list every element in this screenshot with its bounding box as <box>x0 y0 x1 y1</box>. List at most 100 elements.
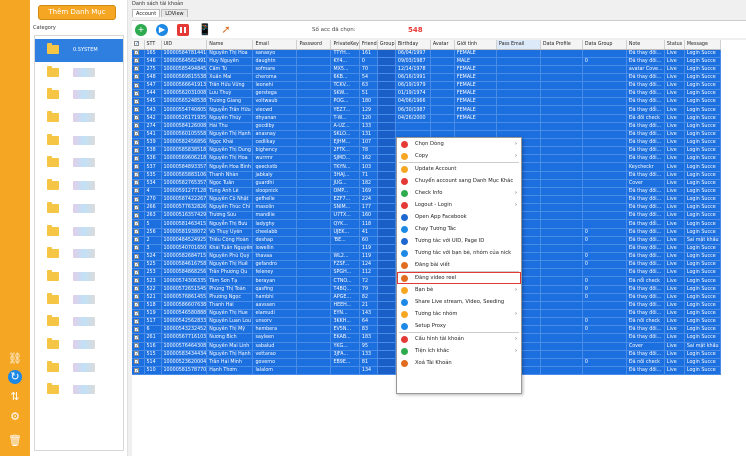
checkbox-cell[interactable] <box>132 333 145 343</box>
stop-icon[interactable] <box>177 24 189 36</box>
category-item[interactable] <box>35 266 123 289</box>
row-checkbox[interactable] <box>134 58 139 64</box>
row-checkbox[interactable] <box>134 286 139 292</box>
row-checkbox[interactable] <box>134 204 139 210</box>
checkbox-cell[interactable] <box>132 244 145 254</box>
row-checkbox[interactable] <box>134 237 139 243</box>
menu-item[interactable]: Chọn Dòng › <box>397 138 521 150</box>
column-header[interactable]: Name <box>206 40 254 50</box>
menu-item[interactable]: Update Account <box>397 163 521 175</box>
category-item[interactable]: 0.SYSTEM <box>35 39 123 62</box>
checkbox-cell[interactable] <box>132 358 145 367</box>
gear-icon[interactable]: ⚙ <box>8 410 22 424</box>
menu-item[interactable]: Check Info › <box>397 187 521 199</box>
refresh-icon[interactable]: ↻ <box>8 370 22 384</box>
checkbox-cell[interactable] <box>132 138 145 148</box>
column-header[interactable]: Data Profile <box>540 40 583 50</box>
checkbox-cell[interactable] <box>132 146 145 156</box>
table-row[interactable]: 54510000565248538Trương Giangvoltwaub POG… <box>132 97 721 107</box>
column-header[interactable]: Status <box>664 40 685 50</box>
column-header[interactable]: PrivateKey <box>330 40 360 50</box>
row-checkbox[interactable] <box>134 294 139 300</box>
category-item[interactable] <box>35 357 123 380</box>
column-header[interactable]: Group <box>377 40 396 50</box>
checkbox-cell[interactable] <box>132 171 145 180</box>
checkbox-cell[interactable] <box>132 293 145 302</box>
checkbox-cell[interactable] <box>132 236 145 245</box>
menu-item[interactable]: Xoá Tài Khoản <box>397 357 521 369</box>
checkbox-cell[interactable] <box>132 342 145 351</box>
table-row[interactable]: 27410000584126008Hải Thugocdiby A-UZ...13… <box>132 122 721 131</box>
row-checkbox[interactable] <box>134 343 139 349</box>
checkbox-cell[interactable] <box>132 301 145 311</box>
category-item[interactable] <box>35 130 123 153</box>
checkbox-cell[interactable] <box>132 219 145 229</box>
category-item[interactable] <box>35 62 123 85</box>
cursor-icon[interactable]: ➚ <box>220 24 232 36</box>
checkbox-cell[interactable] <box>132 179 145 188</box>
add-category-button[interactable]: Thêm Danh Mục <box>38 5 116 20</box>
category-item[interactable] <box>35 311 123 334</box>
row-checkbox[interactable] <box>134 221 139 227</box>
row-checkbox[interactable] <box>134 180 139 186</box>
menu-item[interactable]: Cấu hình tài khoản › <box>397 333 521 345</box>
row-checkbox[interactable] <box>134 147 139 153</box>
checkbox-cell[interactable] <box>132 81 145 91</box>
row-checkbox[interactable] <box>134 164 139 170</box>
menu-item[interactable]: Share Live stream, Video, Seeding <box>397 296 521 308</box>
column-header[interactable]: UID <box>161 40 208 50</box>
checkbox-cell[interactable] <box>132 187 145 197</box>
row-checkbox[interactable] <box>134 115 139 121</box>
row-checkbox[interactable] <box>134 351 139 357</box>
column-header[interactable]: Friend <box>359 40 378 50</box>
row-checkbox[interactable] <box>134 172 139 178</box>
tab-ldview[interactable]: LDView <box>161 9 188 17</box>
row-checkbox[interactable] <box>134 253 139 259</box>
menu-item[interactable]: Bạn bè › <box>397 284 521 296</box>
menu-item[interactable]: Logout - Login › <box>397 199 521 211</box>
row-checkbox[interactable] <box>134 310 139 316</box>
checkbox-cell[interactable] <box>132 65 145 74</box>
checkbox-cell[interactable] <box>132 276 145 286</box>
row-checkbox[interactable] <box>134 245 139 251</box>
row-checkbox[interactable] <box>134 196 139 202</box>
column-header[interactable]: Note <box>626 40 665 50</box>
checkbox-cell[interactable] <box>132 203 145 213</box>
row-checkbox[interactable] <box>134 278 139 283</box>
tab-account[interactable]: Account <box>132 9 161 17</box>
category-item[interactable] <box>35 379 123 402</box>
link-icon[interactable]: ⛓ <box>8 352 22 366</box>
category-item[interactable] <box>35 289 123 312</box>
category-item[interactable] <box>35 84 123 107</box>
row-checkbox[interactable] <box>134 98 139 104</box>
checkbox-cell[interactable] <box>132 228 145 237</box>
table-row[interactable]: 54710000566641913Trần Hữu Vữngleonehi TCK… <box>132 81 721 91</box>
menu-item[interactable]: Setup Proxy <box>397 320 521 332</box>
checkbox-cell[interactable] <box>132 309 145 319</box>
select-all-checkbox[interactable] <box>134 41 139 47</box>
checkbox-cell[interactable] <box>132 268 145 278</box>
menu-item[interactable]: Đăng video reel <box>397 272 521 284</box>
table-row[interactable]: 54210000526171935Nguyễn Thúydhyanan T-W..… <box>132 114 721 123</box>
menu-item[interactable]: Open App Facebook <box>397 211 521 223</box>
menu-item[interactable]: Tương tác với bạn bè, nhóm của nick <box>397 247 521 259</box>
category-item[interactable] <box>35 107 123 130</box>
table-row[interactable]: 54810000569815538Xuân Maicheroma 6KB...54… <box>132 73 721 83</box>
row-checkbox[interactable] <box>134 123 139 129</box>
row-checkbox[interactable] <box>134 334 139 340</box>
column-header[interactable]: Avatar <box>430 40 455 50</box>
menu-item[interactable]: Copy › <box>397 150 521 162</box>
column-header[interactable] <box>132 40 145 50</box>
table-row[interactable]: 54310000554740805Nguyễn Trần Hữuviecwd YE… <box>132 105 721 115</box>
row-checkbox[interactable] <box>134 261 139 267</box>
row-checkbox[interactable] <box>134 107 139 113</box>
checkbox-cell[interactable] <box>132 57 145 66</box>
row-checkbox[interactable] <box>134 139 139 145</box>
category-item[interactable] <box>35 243 123 266</box>
menu-item[interactable]: Tương tác với UID, Page ID <box>397 235 521 247</box>
row-checkbox[interactable] <box>134 74 139 80</box>
category-list[interactable]: 0.SYSTEM <box>34 35 124 451</box>
category-item[interactable] <box>35 152 123 175</box>
trash-icon[interactable]: 🗑 <box>8 434 22 448</box>
column-header[interactable]: Giới tính <box>454 40 497 50</box>
